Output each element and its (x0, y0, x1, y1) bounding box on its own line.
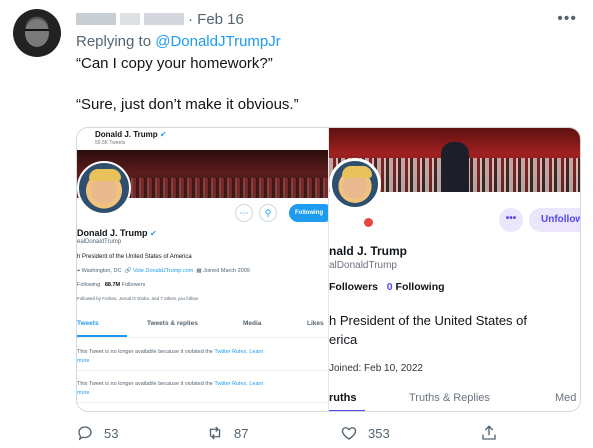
reply-count: 53 (104, 425, 119, 441)
avatar-hair (342, 166, 372, 178)
truth-handle: alDonaldTrump (329, 260, 397, 271)
retweet-count: 87 (234, 425, 249, 441)
twitter-followed-by: Followed by Forbes, Jornal O Globo, and … (77, 296, 198, 301)
tab-tweets-replies: Tweets & replies (147, 320, 198, 327)
truth-profile-avatar (329, 158, 381, 210)
link-icon: 🔗 (124, 268, 132, 274)
verified-badge-icon (362, 216, 375, 229)
twitter-handle: ealDonaldTrump (77, 239, 122, 245)
more-icon: ⋯ (235, 204, 253, 222)
tab-underline (329, 410, 365, 411)
redacted-handle[interactable] (144, 13, 184, 25)
replying-prefix: Replying to (76, 33, 156, 50)
twitter-follow-counts: Following 88.7M Followers (77, 282, 146, 288)
redacted-display-name[interactable] (76, 13, 116, 25)
twitter-tabs: Tweets Tweets & replies Media Likes (77, 318, 328, 338)
withheld-tweet-1: This Tweet is no longer available becaus… (77, 344, 328, 371)
tab-media: Media (243, 320, 262, 327)
twitter-meta: ⌖ Washington, DC 🔗 Vote.DonaldJTrump.com… (77, 268, 250, 274)
avatar-hair (89, 169, 121, 181)
heart-icon (341, 427, 357, 440)
more-horizontal-icon[interactable]: ••• (557, 10, 577, 28)
twitter-profile-screenshot: Donald J. Trump ✔ 59.5K Tweets ⋯ ⚲ Follo… (77, 128, 329, 411)
tab-truths: ruths (329, 392, 357, 404)
avatar[interactable] (13, 9, 61, 57)
redacted-display-name-2 (120, 13, 140, 25)
replying-to: Replying to @DonaldJTrumpJr (76, 33, 281, 50)
verified-icon: ✔ (159, 130, 167, 139)
notification-icon: ⚲ (259, 204, 277, 222)
tweet-actions: 53 87 353 (76, 424, 506, 442)
truth-display-name: nald J. Trump (329, 244, 408, 258)
reply-icon (78, 426, 92, 441)
twitter-tweet-count: 59.5K Tweets (95, 140, 126, 146)
like-count: 353 (368, 425, 390, 441)
tab-media: Med (555, 392, 577, 404)
reply-button[interactable]: 53 (76, 424, 118, 442)
verified-icon: ✔ (150, 229, 157, 238)
twitter-bio: h President of the United States of Amer… (77, 254, 192, 260)
truth-social-profile-screenshot: ••• Unfollow nald J. Trump alDonaldTrump… (329, 128, 580, 411)
tweet-header: · Feb 16 (76, 9, 244, 29)
calendar-icon: ▦ (196, 268, 202, 274)
twitter-header-name: Donald J. Trump ✔ (95, 130, 167, 139)
tweet-text-line2: “Sure, just don’t make it obvious.” (76, 96, 299, 113)
replying-handle-link[interactable]: @DonaldJTrumpJr (155, 33, 281, 50)
truth-tabs: ruths Truths & Replies Med (329, 390, 580, 411)
tab-likes: Likes (307, 320, 324, 327)
tweet-text-line1: “Can I copy your homework?” (76, 55, 273, 72)
location-icon: ⌖ (77, 268, 81, 274)
tweet: · Feb 16 ••• Replying to @DonaldJTrumpJr… (0, 0, 593, 448)
avatar-glasses (25, 29, 49, 35)
retweet-icon (209, 426, 221, 440)
share-icon (482, 425, 496, 440)
tab-truths-replies: Truths & Replies (409, 392, 490, 404)
withheld-tweet-2: This Tweet is no longer available becaus… (77, 376, 328, 403)
truth-more-button: ••• (499, 208, 523, 232)
following-button: Following (289, 204, 328, 222)
tab-underline (77, 335, 127, 337)
tweet-media[interactable]: Donald J. Trump ✔ 59.5K Tweets ⋯ ⚲ Follo… (76, 127, 581, 412)
tweet-date[interactable]: · Feb 16 (188, 11, 244, 28)
truth-joined-date: Joined: Feb 10, 2022 (329, 363, 423, 374)
truth-bio: h President of the United States of eric… (329, 313, 528, 347)
like-button[interactable]: 353 (340, 424, 390, 442)
unfollow-button: Unfollow (529, 208, 580, 232)
tab-tweets: Tweets (77, 320, 99, 327)
share-button[interactable] (480, 424, 508, 442)
speaker-figure (441, 142, 469, 192)
twitter-profile-avatar (77, 161, 131, 215)
twitter-display-name: Donald J. Trump ✔ (77, 228, 157, 238)
retweet-button[interactable]: 87 (206, 424, 248, 442)
truth-follow-counts: Followers 0 Following (329, 281, 445, 293)
